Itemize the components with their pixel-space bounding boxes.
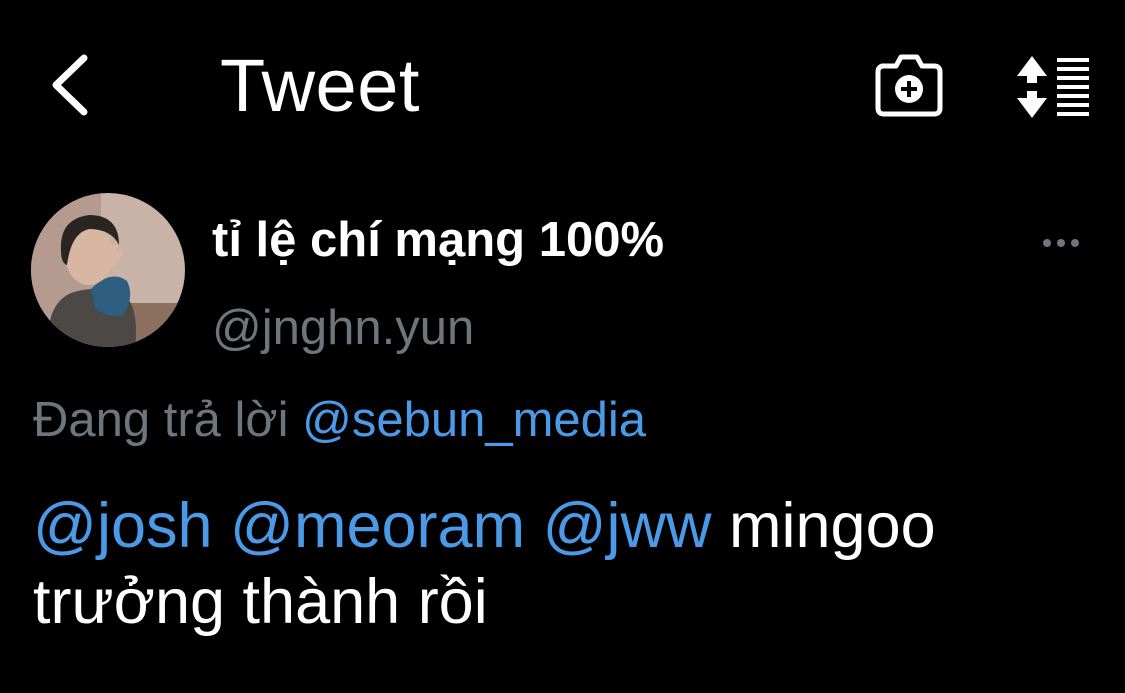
tweet-text-line2: trưởng thành rồi (33, 567, 488, 637)
back-button[interactable] (30, 40, 110, 130)
more-options-button[interactable] (1030, 218, 1092, 268)
replying-to-label: Đang trả lời (33, 393, 289, 447)
sort-lines-icon (1017, 56, 1089, 118)
author-handle[interactable]: @jnghn.yun (212, 298, 474, 358)
replying-to-line: Đang trả lời @sebun_media (33, 390, 646, 450)
sort-button[interactable] (1005, 48, 1095, 124)
more-dot (1071, 239, 1079, 247)
page-title: Tweet (220, 44, 420, 127)
camera-add-icon (875, 54, 943, 117)
tweet-text-line1: mingoo (729, 491, 936, 561)
avatar[interactable] (31, 193, 185, 347)
more-horizontal-icon (1043, 239, 1079, 247)
camera-button[interactable] (868, 48, 950, 124)
reply-to-mention-link[interactable]: @sebun_media (302, 393, 646, 447)
chevron-left-icon (52, 54, 88, 116)
mention-link-jww[interactable]: @jww (543, 491, 712, 561)
mention-link-josh[interactable]: @josh (33, 491, 213, 561)
author-display-name[interactable]: tỉ lệ chí mạng 100% (212, 210, 664, 270)
mention-link-meoram[interactable]: @meoram (230, 491, 525, 561)
more-dot (1043, 239, 1051, 247)
tweet-body: @josh @meoram @jww mingoo trưởng thành r… (33, 488, 1118, 640)
top-navigation-bar: Tweet (0, 0, 1125, 170)
profile-photo (31, 193, 185, 347)
more-dot (1057, 239, 1065, 247)
